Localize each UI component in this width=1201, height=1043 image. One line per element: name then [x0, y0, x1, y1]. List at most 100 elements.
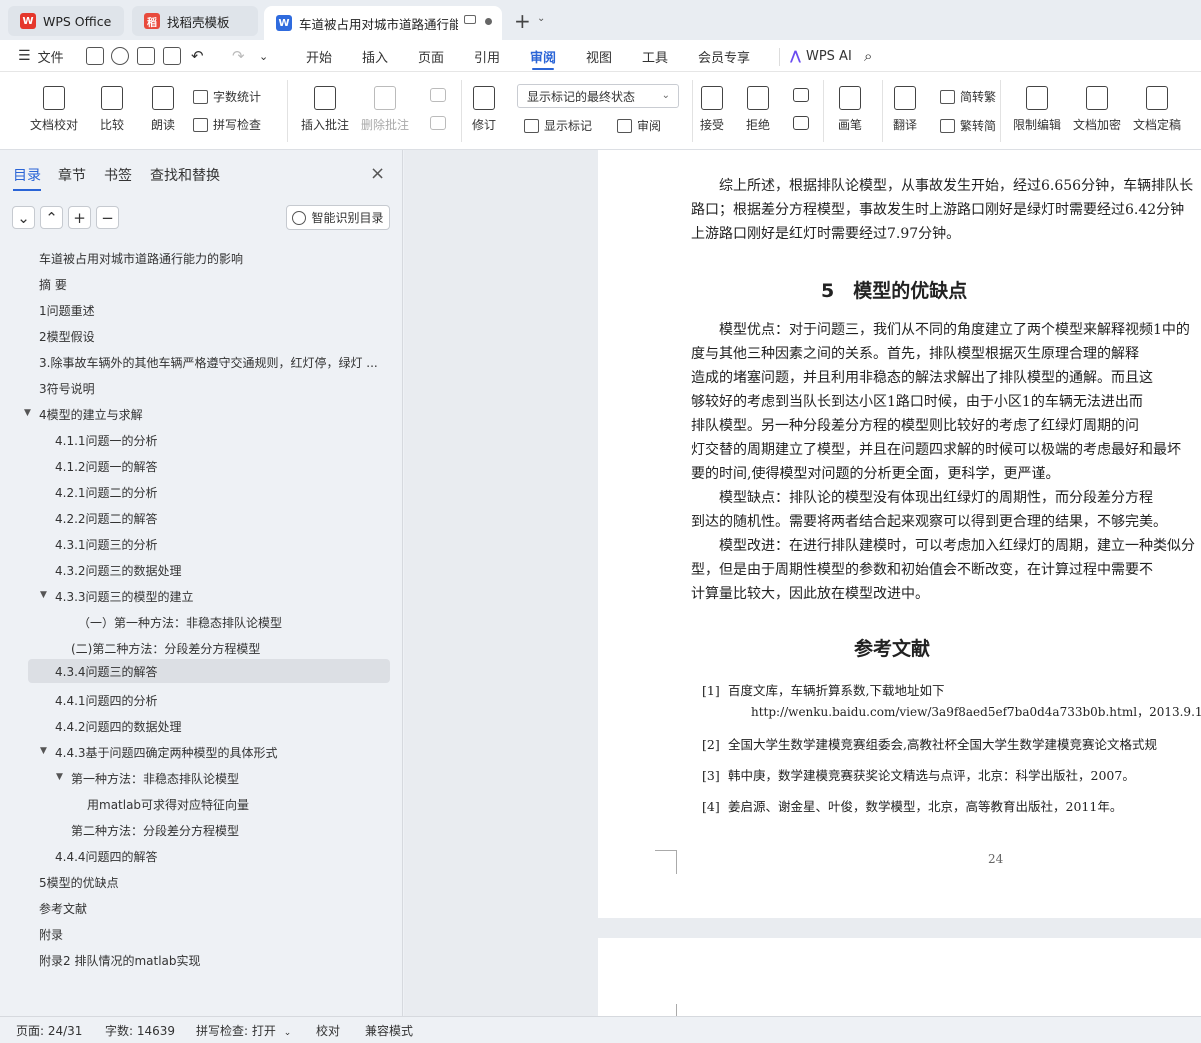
print-icon[interactable]: [137, 47, 155, 65]
tab-wps-office[interactable]: W WPS Office: [8, 6, 124, 36]
toc-item[interactable]: 参考文献: [39, 896, 87, 920]
word-count-button[interactable]: 字数统计: [193, 88, 261, 105]
finalize-button[interactable]: 文档定稿: [1133, 86, 1181, 133]
toc-item[interactable]: 第二种方法：分段差分方程模型: [71, 818, 239, 842]
close-icon[interactable]: ×: [370, 163, 385, 184]
show-markup-button[interactable]: 显示标记: [524, 117, 592, 134]
menu-start[interactable]: 开始: [306, 40, 332, 72]
toc-item[interactable]: 3.除事故车辆外的其他车辆严格遵守交通规则，红灯停，绿灯 ...: [39, 350, 379, 374]
caret-down-icon[interactable]: ▼: [40, 590, 47, 600]
toc-item[interactable]: 2模型假设: [39, 324, 95, 348]
toc-item[interactable]: 4.3.3问题三的模型的建立: [55, 584, 194, 608]
document-page[interactable]: 综上所述，根据排队论模型，从事故发生开始，经过6.656分钟，车辆排队长 路口；…: [598, 150, 1201, 918]
delete-comment-button[interactable]: 删除批注: [361, 86, 409, 133]
toc-item[interactable]: 3符号说明: [39, 376, 95, 400]
proofread-button[interactable]: 文档校对: [30, 86, 78, 133]
reference-item: [1] 百度文库，车辆折算系数,下载地址如下: [702, 680, 944, 699]
toc-item[interactable]: 4.3.2问题三的数据处理: [55, 558, 182, 582]
translate-button[interactable]: 翻译: [893, 86, 917, 133]
print-preview-icon[interactable]: [163, 47, 181, 65]
quick-access-more-icon[interactable]: ⌄: [259, 40, 268, 72]
toc-item-selected[interactable]: 4.3.4问题三的解答: [28, 659, 390, 683]
toc-item[interactable]: 4.3.1问题三的分析: [55, 532, 158, 556]
undo-icon[interactable]: ↶: [191, 40, 204, 72]
page-indicator[interactable]: 页面: 24/31: [16, 1022, 82, 1039]
save-icon[interactable]: [86, 47, 104, 65]
insert-comment-button[interactable]: 插入批注: [301, 86, 349, 133]
search-icon[interactable]: ⌕: [864, 40, 872, 72]
restrict-editing-button[interactable]: 限制编辑: [1013, 86, 1061, 133]
next-comment-icon[interactable]: [430, 116, 446, 130]
smart-toc-button[interactable]: 智能识别目录: [286, 205, 390, 230]
toc-item[interactable]: 附录: [39, 922, 63, 946]
menu-insert[interactable]: 插入: [362, 40, 388, 72]
tab-sections[interactable]: 章节: [58, 165, 86, 185]
toc-item[interactable]: 车道被占用对城市道路通行能力的影响: [39, 246, 243, 270]
toc-item[interactable]: 用matlab可求得对应特征向量: [87, 792, 249, 816]
read-aloud-button[interactable]: 朗读: [151, 86, 175, 133]
menu-membership[interactable]: 会员专享: [698, 40, 750, 72]
screen-icon[interactable]: [464, 15, 476, 24]
proof-status[interactable]: 校对: [316, 1022, 340, 1039]
toc-item[interactable]: 摘 要: [39, 272, 67, 296]
unsaved-dot-icon[interactable]: [485, 18, 492, 25]
tab-bookmarks[interactable]: 书签: [104, 165, 132, 185]
toc-item[interactable]: 4.4.1问题四的分析: [55, 688, 158, 712]
reject-button[interactable]: 拒绝: [746, 86, 770, 133]
document-page-next[interactable]: [598, 938, 1201, 1016]
menu-page[interactable]: 页面: [418, 40, 444, 72]
add-heading-button[interactable]: +: [68, 206, 91, 229]
tab-templates[interactable]: 稻 找稻壳模板: [132, 6, 258, 36]
encrypt-button[interactable]: 文档加密: [1073, 86, 1121, 133]
compare-button[interactable]: 比较: [100, 86, 124, 133]
spell-check-button[interactable]: 拼写检查: [193, 116, 261, 133]
next-change-icon[interactable]: [793, 116, 809, 130]
toc-item[interactable]: (二)第二种方法：分段差分方程模型: [71, 636, 260, 660]
previous-comment-icon[interactable]: [430, 88, 446, 102]
share-icon[interactable]: [111, 47, 129, 65]
toc-item[interactable]: 4.4.2问题四的数据处理: [55, 714, 182, 738]
toc-item[interactable]: 4.1.2问题一的解答: [55, 454, 158, 478]
toc-item[interactable]: （一）第一种方法：非稳态排队论模型: [78, 610, 282, 634]
tab-document[interactable]: W 车道被占用对城市道路通行能: [264, 6, 502, 40]
toc-item[interactable]: 4.2.1问题二的分析: [55, 480, 158, 504]
menu-references[interactable]: 引用: [474, 40, 500, 72]
simp-to-trad-button[interactable]: 简转繁: [940, 88, 996, 105]
caret-down-icon[interactable]: ▼: [56, 772, 63, 782]
spell-check-status[interactable]: 拼写检查: 打开 ⌄: [196, 1022, 291, 1039]
word-count-indicator[interactable]: 字数: 14639: [105, 1022, 175, 1039]
caret-down-icon[interactable]: ▼: [24, 408, 31, 418]
accept-button[interactable]: 接受: [700, 86, 724, 133]
new-tab-icon[interactable]: +: [514, 9, 531, 33]
tab-toc[interactable]: 目录: [13, 165, 41, 191]
track-changes-button[interactable]: 修订: [472, 86, 496, 133]
chevron-down-icon[interactable]: ⌄: [537, 13, 545, 24]
document-canvas[interactable]: 综上所述，根据排队论模型，从事故发生开始，经过6.656分钟，车辆排队长 路口；…: [404, 150, 1201, 1016]
markup-state-select[interactable]: 显示标记的最终状态 ⌄: [517, 84, 679, 108]
tab-find-replace[interactable]: 查找和替换: [150, 165, 220, 185]
toc-item[interactable]: 5模型的优缺点: [39, 870, 119, 894]
toc-item[interactable]: 4.4.4问题四的解答: [55, 844, 158, 868]
menu-review[interactable]: 审阅: [530, 40, 556, 72]
trad-to-simp-button[interactable]: 繁转简: [940, 117, 996, 134]
redo-icon[interactable]: ↷: [232, 40, 245, 72]
collapse-all-button[interactable]: ⌃: [40, 206, 63, 229]
pen-button[interactable]: 画笔: [838, 86, 862, 133]
previous-change-icon[interactable]: [793, 88, 809, 102]
toc-item[interactable]: 4.4.3基于问题四确定两种模型的具体形式: [55, 740, 278, 764]
expand-all-button[interactable]: ⌄: [12, 206, 35, 229]
toc-item[interactable]: 附录2 排队情况的matlab实现: [39, 948, 201, 972]
toc-item[interactable]: 4.1.1问题一的分析: [55, 428, 158, 452]
toc-item[interactable]: 4.2.2问题二的解答: [55, 506, 158, 530]
toc-item[interactable]: 第一种方法：非稳态排队论模型: [71, 766, 239, 790]
review-pane-button[interactable]: 审阅: [617, 117, 661, 134]
menu-wps-ai[interactable]: ⋀ WPS AI: [790, 40, 852, 72]
compat-mode-status[interactable]: 兼容模式: [365, 1022, 413, 1039]
toc-item[interactable]: 4模型的建立与求解: [39, 402, 143, 426]
toc-item[interactable]: 1问题重述: [39, 298, 95, 322]
remove-heading-button[interactable]: −: [96, 206, 119, 229]
menu-view[interactable]: 视图: [586, 40, 612, 72]
menu-tools[interactable]: 工具: [642, 40, 668, 72]
menu-file[interactable]: ☰ 文件: [18, 40, 64, 72]
caret-down-icon[interactable]: ▼: [40, 746, 47, 756]
